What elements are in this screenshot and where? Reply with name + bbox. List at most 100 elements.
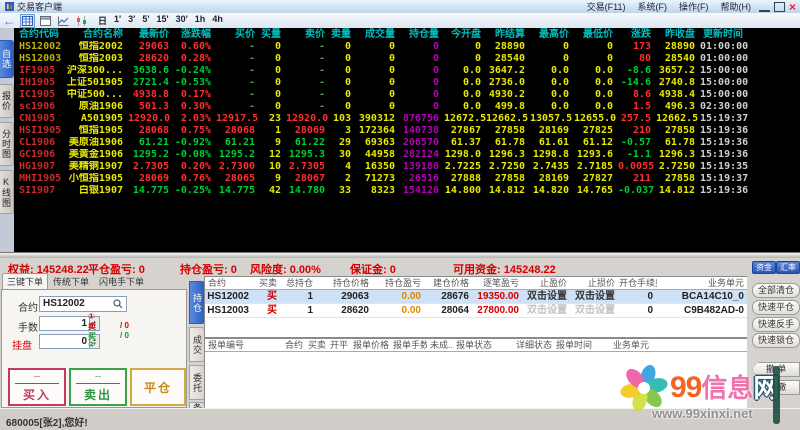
quote-row[interactable]: sc1906原油1906501.30.30%-0-0000.0499.80.00… (14, 101, 800, 113)
bottom-tab-1[interactable]: 成交 (189, 327, 205, 362)
period-button-2[interactable]: 3' (128, 14, 135, 27)
orders-header[interactable]: 报单状态 (453, 339, 513, 352)
quote-grid-icon[interactable] (20, 14, 35, 28)
quotes-header[interactable]: 成交量 (356, 28, 400, 41)
action-button-2[interactable]: 快速反手 (752, 317, 800, 332)
menu-item-3[interactable]: 帮助(H) (720, 0, 751, 13)
position-row[interactable]: HS12002买1290630.002867619350.00双击设置双击设置0… (205, 290, 748, 304)
position-cell[interactable]: 双击设置 (523, 290, 571, 304)
quotes-header[interactable]: 最新价 (128, 28, 174, 41)
quotes-header[interactable]: 昨结算 (486, 28, 530, 41)
orders-header[interactable]: 开平 (327, 339, 350, 352)
quotes-header[interactable]: 卖量 (330, 28, 356, 41)
maximize-icon[interactable] (774, 2, 785, 12)
menu-item-2[interactable]: 操作(F) (679, 0, 709, 13)
quotes-header[interactable]: 涨跌幅 (174, 28, 216, 41)
positions-header[interactable]: 总持仓 (281, 277, 317, 290)
orders-header[interactable]: 业务单元 (610, 339, 680, 352)
period-button-1[interactable]: 1' (114, 14, 121, 27)
back-arrow-icon[interactable]: ← (3, 15, 15, 27)
quote-row[interactable]: CN1905A50190512920.02.03%12917.52312920.… (14, 113, 800, 125)
quotes-header[interactable]: 持仓量 (400, 28, 444, 41)
panel-icon[interactable] (38, 14, 53, 28)
period-button-5[interactable]: 30' (176, 14, 188, 27)
positions-header[interactable]: 止盈价 (523, 277, 571, 290)
quotes-header[interactable]: 买量 (260, 28, 286, 41)
cancel-all-button[interactable]: 全 撤 (752, 380, 800, 395)
action-button-0[interactable]: 全部清仓 (752, 283, 800, 298)
sidebar-tab-2[interactable]: 分时图 (0, 122, 14, 166)
position-row[interactable]: HS12003买1286200.002806427800.00双击设置双击设置0… (205, 304, 748, 318)
quote-row[interactable]: HS12003恒指2003286200.28%-0-00002854000802… (14, 53, 800, 65)
quote-row[interactable]: CL1906美原油190661.21-0.92%61.21961.2229693… (14, 137, 800, 149)
period-button-6[interactable]: 1h (195, 14, 206, 27)
order-tab-2[interactable]: 闪电手下单 (94, 273, 149, 289)
orders-header[interactable]: 买卖 (305, 339, 327, 352)
positions-header[interactable]: 逐笔盈亏 (473, 277, 523, 290)
orders-header[interactable]: 合约 (282, 339, 305, 352)
sell-button[interactable]: -- 卖出 (69, 368, 127, 406)
bottom-tab-0[interactable]: 持仓 (189, 281, 205, 324)
funds-button[interactable]: 资金 (752, 261, 776, 274)
exchange-rate-button[interactable]: 汇率 (776, 261, 800, 274)
quotes-header[interactable]: 今开盘 (444, 28, 486, 41)
orders-header[interactable]: 报单手数 (390, 339, 427, 352)
quote-row[interactable]: HG1907美精铜19072.73050.20%2.7300102.730541… (14, 161, 800, 173)
positions-header[interactable]: 买卖 (253, 277, 281, 290)
close-icon[interactable]: × (789, 2, 796, 12)
quote-row[interactable]: MHI1905小恒指1905280690.76%2806592806727127… (14, 173, 800, 185)
quotes-header[interactable]: 卖价 (286, 28, 330, 41)
period-button-7[interactable]: 4h (212, 14, 223, 27)
positions-header[interactable]: 止损价 (571, 277, 619, 290)
positions-header[interactable]: 合约 (205, 277, 253, 290)
period-button-4[interactable]: 15' (156, 14, 168, 27)
sidebar-tab-3[interactable]: K线图 (0, 170, 14, 214)
quotes-header[interactable]: 最低价 (574, 28, 618, 41)
quote-row[interactable]: HS12002恒指2002290630.60%-0-00002889000173… (14, 41, 800, 53)
quotes-header[interactable]: 昨收盘 (656, 28, 700, 41)
action-button-3[interactable]: 快速锁仓 (752, 333, 800, 348)
orders-header[interactable]: 报单编号 (205, 339, 282, 352)
positions-header[interactable]: 业务单元 (657, 277, 748, 290)
quote-row[interactable]: IH1905上证5019052721.4-0.53%-0-0000.02736.… (14, 77, 800, 89)
minimize-icon[interactable] (759, 1, 770, 12)
buy-button[interactable]: -- 买入 (8, 368, 66, 406)
quote-row[interactable]: SI1907白银190714.775-0.25%14.7754214.78033… (14, 185, 800, 197)
period-button-0[interactable]: 日 (98, 14, 107, 27)
quotes-header[interactable]: 最高价 (530, 28, 574, 41)
period-button-3[interactable]: 5' (142, 14, 149, 27)
candlestick-icon[interactable] (74, 14, 89, 28)
close-position-button[interactable]: 平仓 (130, 368, 186, 406)
quote-row[interactable]: HSI1905恒指1905280680.75%28068128069317236… (14, 125, 800, 137)
order-tab-1[interactable]: 传统下单 (48, 273, 94, 289)
quote-row[interactable]: IC1905中证500...4938.80.17%-0-0000.04930.2… (14, 89, 800, 101)
search-icon[interactable] (113, 299, 123, 309)
quotes-header[interactable]: 合约名称 (66, 28, 128, 41)
sidebar-tab-1[interactable]: 报价 (0, 84, 14, 118)
position-cell[interactable]: 双击设置 (571, 290, 619, 304)
quote-row[interactable]: IF1905沪深300...3638.6-0.24%-0-0000.03647.… (14, 65, 800, 77)
bottom-tab-2[interactable]: 委托 (189, 365, 205, 400)
positions-header[interactable]: 建仓价格 (425, 277, 473, 290)
quotes-header[interactable]: 更新时间 (700, 28, 748, 41)
contract-input[interactable]: HS12002 (39, 296, 127, 312)
positions-header[interactable]: 持仓盈亏 (373, 277, 425, 290)
cancel-order-button[interactable]: 撤 单 (752, 362, 800, 377)
quote-row[interactable]: GC1906美黄金19061295.2-0.08%1295.2121295.33… (14, 149, 800, 161)
orders-header[interactable]: 未成.. (427, 339, 453, 352)
sidebar-tab-0[interactable]: 自选 (0, 40, 14, 78)
menu-item-1[interactable]: 系统(F) (637, 0, 667, 13)
position-cell[interactable]: 双击设置 (571, 304, 619, 318)
line-chart-icon[interactable] (56, 14, 71, 28)
quotes-header[interactable] (748, 28, 800, 41)
quotes-header[interactable]: 买价 (216, 28, 260, 41)
orders-header[interactable]: 报单价格 (350, 339, 390, 352)
positions-header[interactable]: 开仓手续费 (619, 277, 657, 290)
action-button-1[interactable]: 快速平仓 (752, 300, 800, 315)
quotes-header[interactable]: 合约代码 (14, 28, 66, 41)
orders-header[interactable] (680, 339, 748, 352)
orders-header[interactable]: 报单时间 (553, 339, 610, 352)
order-tab-0[interactable]: 三键下单 (2, 273, 48, 289)
position-cell[interactable]: 双击设置 (523, 304, 571, 318)
menu-item-0[interactable]: 交易(F11) (587, 0, 626, 13)
